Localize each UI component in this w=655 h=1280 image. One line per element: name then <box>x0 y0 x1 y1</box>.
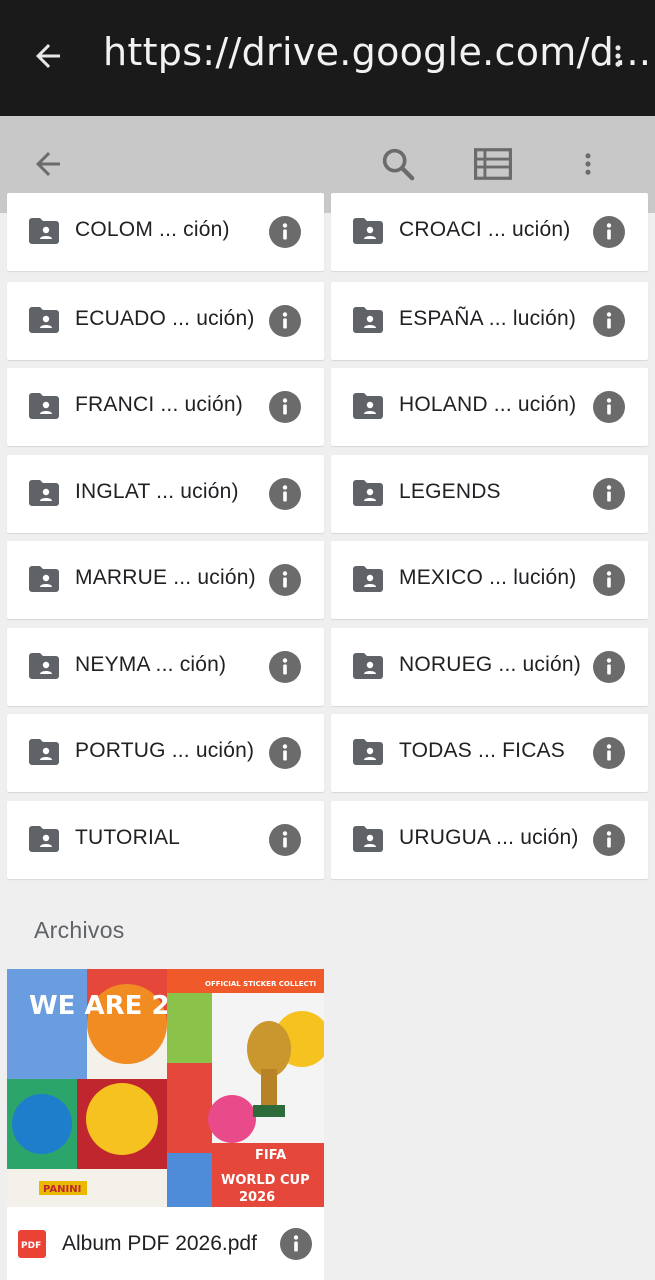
thumbnail-title-line2: 2026 <box>239 1190 275 1205</box>
url-text[interactable]: https://drive.google.com/d... <box>103 30 651 74</box>
info-icon[interactable] <box>269 216 301 248</box>
shared-folder-icon <box>29 393 59 419</box>
info-icon[interactable] <box>269 391 301 423</box>
pdf-badge-text: PDF <box>21 1241 41 1251</box>
thumbnail-banner: OFFICIAL STICKER COLLECTI <box>205 980 316 988</box>
folder-item[interactable]: NEYMA ... ción) <box>7 628 324 706</box>
info-icon[interactable] <box>593 391 625 423</box>
folder-name: LEGENDS <box>399 480 501 503</box>
shared-folder-icon <box>29 653 59 679</box>
shared-folder-icon <box>353 480 383 506</box>
folder-name: HOLAND ... ución) <box>399 393 577 416</box>
folder-name: NORUEG ... ución) <box>399 653 581 676</box>
info-icon[interactable] <box>593 824 625 856</box>
info-icon[interactable] <box>269 564 301 596</box>
folder-item[interactable]: TODAS ... FICAS <box>331 714 648 792</box>
shared-folder-icon <box>353 218 383 244</box>
shared-folder-icon <box>353 739 383 765</box>
shared-folder-icon <box>353 653 383 679</box>
folder-item[interactable]: NORUEG ... ución) <box>331 628 648 706</box>
pdf-file-icon: PDF <box>18 1230 46 1258</box>
shared-folder-icon <box>29 218 59 244</box>
overflow-menu-icon[interactable] <box>604 38 632 74</box>
info-icon[interactable] <box>593 478 625 510</box>
thumbnail-title-line1: WORLD CUP <box>221 1173 310 1188</box>
folder-name: INGLAT ... ución) <box>75 480 239 503</box>
thumbnail-left-text: WE ARE 26 <box>29 991 188 1021</box>
folder-item[interactable]: PORTUG ... ución) <box>7 714 324 792</box>
folder-item[interactable]: FRANCI ... ución) <box>7 368 324 446</box>
file-thumbnail: WE ARE 26 PANINI OFFICIAL STICKER COLLEC… <box>7 969 324 1207</box>
info-icon[interactable] <box>593 305 625 337</box>
back-icon[interactable] <box>30 146 66 182</box>
shared-folder-icon <box>29 307 59 333</box>
shared-folder-icon <box>29 739 59 765</box>
folder-item[interactable]: ESPAÑA ... lución) <box>331 282 648 360</box>
thumbnail-brand-left: PANINI <box>43 1184 81 1195</box>
folder-name: NEYMA ... ción) <box>75 653 227 676</box>
file-item[interactable]: WE ARE 26 PANINI OFFICIAL STICKER COLLEC… <box>7 969 324 1280</box>
info-icon[interactable] <box>269 478 301 510</box>
folder-item[interactable]: TUTORIAL <box>7 801 324 879</box>
folder-name: TODAS ... FICAS <box>399 739 565 762</box>
folder-item[interactable]: LEGENDS <box>331 455 648 533</box>
files-section-title: Archivos <box>34 917 125 943</box>
shared-folder-icon <box>29 826 59 852</box>
shared-folder-icon <box>353 307 383 333</box>
folder-item[interactable]: MEXICO ... lución) <box>331 541 648 619</box>
folder-name: CROACI ... ución) <box>399 218 571 241</box>
folder-name: PORTUG ... ución) <box>75 739 255 762</box>
folder-item[interactable]: HOLAND ... ución) <box>331 368 648 446</box>
info-icon[interactable] <box>269 651 301 683</box>
folder-item[interactable]: COLOM ... ción) <box>7 193 324 271</box>
thumbnail-logo-text: FIFA <box>255 1148 286 1163</box>
folder-name: MARRUE ... ución) <box>75 566 256 589</box>
info-icon[interactable] <box>593 216 625 248</box>
browser-url-bar: https://drive.google.com/d... <box>0 0 655 116</box>
info-icon[interactable] <box>269 737 301 769</box>
folder-name: FRANCI ... ución) <box>75 393 243 416</box>
info-icon[interactable] <box>269 305 301 337</box>
folder-name: URUGUA ... ución) <box>399 826 579 849</box>
folder-name: ECUADO ... ución) <box>75 307 255 330</box>
info-icon[interactable] <box>280 1228 312 1260</box>
back-arrow-icon[interactable] <box>30 38 66 74</box>
file-name: Album PDF 2026.pdf <box>62 1232 257 1255</box>
shared-folder-icon <box>29 480 59 506</box>
list-view-icon[interactable] <box>474 148 512 180</box>
info-icon[interactable] <box>593 737 625 769</box>
folder-name: MEXICO ... lución) <box>399 566 577 589</box>
folder-name: TUTORIAL <box>75 826 181 849</box>
folder-name: COLOM ... ción) <box>75 218 230 241</box>
folder-item[interactable]: INGLAT ... ución) <box>7 455 324 533</box>
more-options-icon[interactable] <box>574 146 602 182</box>
folder-item[interactable]: MARRUE ... ución) <box>7 541 324 619</box>
shared-folder-icon <box>353 566 383 592</box>
search-icon[interactable] <box>378 144 418 184</box>
info-icon[interactable] <box>593 651 625 683</box>
folder-item[interactable]: URUGUA ... ución) <box>331 801 648 879</box>
folder-name: ESPAÑA ... lución) <box>399 307 577 330</box>
info-icon[interactable] <box>593 564 625 596</box>
shared-folder-icon <box>353 393 383 419</box>
folder-item[interactable]: ECUADO ... ución) <box>7 282 324 360</box>
shared-folder-icon <box>29 566 59 592</box>
shared-folder-icon <box>353 826 383 852</box>
folder-item[interactable]: CROACI ... ución) <box>331 193 648 271</box>
info-icon[interactable] <box>269 824 301 856</box>
